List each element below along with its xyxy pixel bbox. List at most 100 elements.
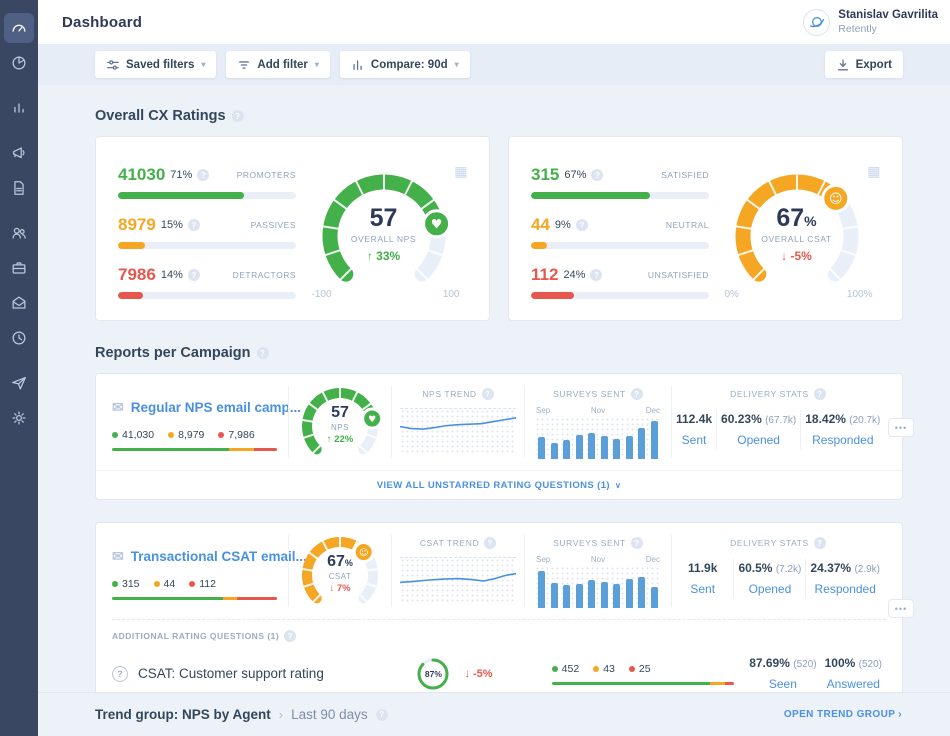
filter-toolbar: Saved filters▾ Add filter▾ Compare: 90d▾…	[38, 44, 950, 85]
sidebar-item-inbox[interactable]	[4, 288, 34, 318]
responded-link[interactable]: Responded	[810, 582, 880, 596]
download-icon	[836, 58, 850, 72]
gauge-min-label: 0%	[725, 289, 739, 300]
calculator-icon[interactable]: ▦	[867, 164, 880, 178]
campaign-name-link[interactable]: ✉ Regular NPS email camp...	[112, 399, 278, 416]
detractors-count: 7986	[118, 265, 156, 285]
sidebar-item-audience[interactable]	[4, 218, 34, 248]
user-menu[interactable]: Stanislav Gavrilita Retently	[803, 9, 938, 36]
help-icon[interactable]: ?	[284, 630, 296, 642]
satisfied-bar	[531, 192, 709, 199]
clock-icon	[10, 329, 28, 347]
sent-stat: 112.4k Sent	[672, 410, 716, 449]
document-icon	[10, 179, 28, 197]
help-icon[interactable]: ?	[257, 347, 269, 359]
campaign-legend: 315 44 112	[112, 578, 278, 590]
help-icon[interactable]: ?	[631, 537, 643, 549]
question-score-ring: 87%	[416, 657, 450, 691]
more-options-button[interactable]: •••	[888, 599, 914, 618]
passives-bar	[118, 242, 296, 249]
calculator-icon[interactable]: ▦	[454, 164, 467, 178]
open-trend-group-link[interactable]: OPEN TREND GROUP ›	[784, 709, 902, 720]
more-options-button[interactable]: •••	[888, 418, 914, 437]
opened-link[interactable]: Opened	[721, 433, 796, 447]
help-icon[interactable]: ?	[188, 219, 200, 231]
help-icon[interactable]: ?	[590, 269, 602, 281]
passives-dot	[168, 432, 174, 438]
export-button[interactable]: Export	[825, 51, 903, 78]
svg-text:☺: ☺	[828, 192, 842, 207]
help-icon[interactable]: ?	[484, 537, 496, 549]
section-title-overall: Overall CX Ratings	[95, 108, 226, 124]
megaphone-icon	[10, 144, 28, 162]
add-filter-button[interactable]: Add filter▾	[226, 51, 330, 78]
nps-trend-chart: NPS TREND?	[392, 374, 524, 470]
sidebar	[0, 0, 38, 736]
help-icon[interactable]: ?	[814, 388, 826, 400]
responded-stat: 24.37% (2.9k) Responded	[805, 559, 884, 598]
csat-trend-chart: CSAT TREND?	[392, 523, 524, 619]
campaign-name-link[interactable]: ✉ Transactional CSAT email...	[112, 548, 278, 565]
opened-stat: 60.5% (7.2k) Opened	[733, 559, 805, 598]
sidebar-item-history[interactable]	[4, 323, 34, 353]
help-icon[interactable]: ?	[197, 169, 209, 181]
compare-button[interactable]: Compare: 90d▾	[340, 51, 470, 78]
detractors-row: 7986 14% ? DETRACTORS	[118, 265, 296, 299]
sidebar-item-templates[interactable]	[4, 173, 34, 203]
satisfied-row: 315 67% ? SATISFIED	[531, 165, 709, 199]
sent-link[interactable]: Sent	[676, 433, 712, 447]
saved-filters-button[interactable]: Saved filters▾	[95, 51, 216, 78]
answered-link[interactable]: Answered	[825, 677, 882, 691]
sidebar-item-dashboard[interactable]	[4, 13, 34, 43]
user-company: Retently	[838, 23, 938, 35]
view-all-questions-link[interactable]: VIEW ALL UNSTARRED RATING QUESTIONS (1)∨	[96, 470, 902, 499]
sent-link[interactable]: Sent	[676, 582, 729, 596]
promoters-dot	[112, 432, 118, 438]
help-icon[interactable]: ?	[188, 269, 200, 281]
sliders-icon	[106, 58, 120, 72]
help-icon[interactable]: ?	[631, 388, 643, 400]
nps-gauge: ♥ 57 OVERALL NPS ↑ 33% -100 100 ▦	[304, 162, 464, 302]
sidebar-item-settings[interactable]	[4, 403, 34, 433]
envelope-icon: ✉	[112, 399, 124, 416]
seen-link[interactable]: Seen	[749, 677, 816, 691]
responded-stat: 18.42% (20.7k) Responded	[800, 410, 884, 449]
help-icon[interactable]: ?	[376, 709, 388, 721]
distribution-bar	[112, 597, 277, 600]
gauge-max-label: 100%	[847, 289, 873, 300]
dashboard-gauge-icon	[10, 19, 28, 37]
unsatisfied-dot	[189, 581, 195, 587]
paper-plane-icon	[10, 374, 28, 392]
sidebar-item-reports[interactable]	[4, 48, 34, 78]
sidebar-item-outbox[interactable]	[4, 368, 34, 398]
neutral-bar	[531, 242, 709, 249]
sidebar-item-trends[interactable]	[4, 93, 34, 123]
responded-link[interactable]: Responded	[805, 433, 880, 447]
opened-link[interactable]: Opened	[738, 582, 801, 596]
unsatisfied-row: 112 24% ? UNSATISFIED	[531, 265, 709, 299]
gauge-max-label: 100	[443, 289, 460, 300]
help-icon[interactable]: ?	[482, 388, 494, 400]
help-icon[interactable]: ?	[591, 169, 603, 181]
nps-overview-card: 41030 71% ? PROMOTERS 8979 15% ?	[95, 136, 490, 321]
sidebar-item-company[interactable]	[4, 253, 34, 283]
planet-icon	[807, 12, 827, 32]
csat-gauge: ☺ 67% OVERALL CSAT ↓ -5% 0% 100% ▦	[717, 162, 877, 302]
help-icon[interactable]: ?	[232, 110, 244, 122]
question-legend: 452 43 25	[552, 663, 746, 685]
csat-change: ↓ -5%	[781, 249, 812, 263]
additional-rating-questions: ADDITIONAL RATING QUESTIONS (1) ? ? CSAT…	[112, 619, 886, 692]
chevron-right-icon: ›	[279, 707, 283, 722]
user-name: Stanislav Gavrilita	[838, 9, 938, 22]
unsatisfied-bar	[531, 292, 709, 299]
sent-stat: 11.9k Sent	[672, 559, 733, 598]
compare-bars-icon	[351, 58, 365, 72]
help-icon[interactable]: ?	[814, 537, 826, 549]
sidebar-item-campaigns[interactable]	[4, 138, 34, 168]
neutral-dot	[154, 581, 160, 587]
help-icon[interactable]: ?	[576, 219, 588, 231]
envelope-icon: ✉	[112, 548, 124, 565]
question-name: CSAT: Customer support rating	[138, 666, 416, 681]
passives-row: 8979 15% ? PASSIVES	[118, 215, 296, 249]
answered-stat: 100% (520) Answered	[821, 654, 886, 692]
